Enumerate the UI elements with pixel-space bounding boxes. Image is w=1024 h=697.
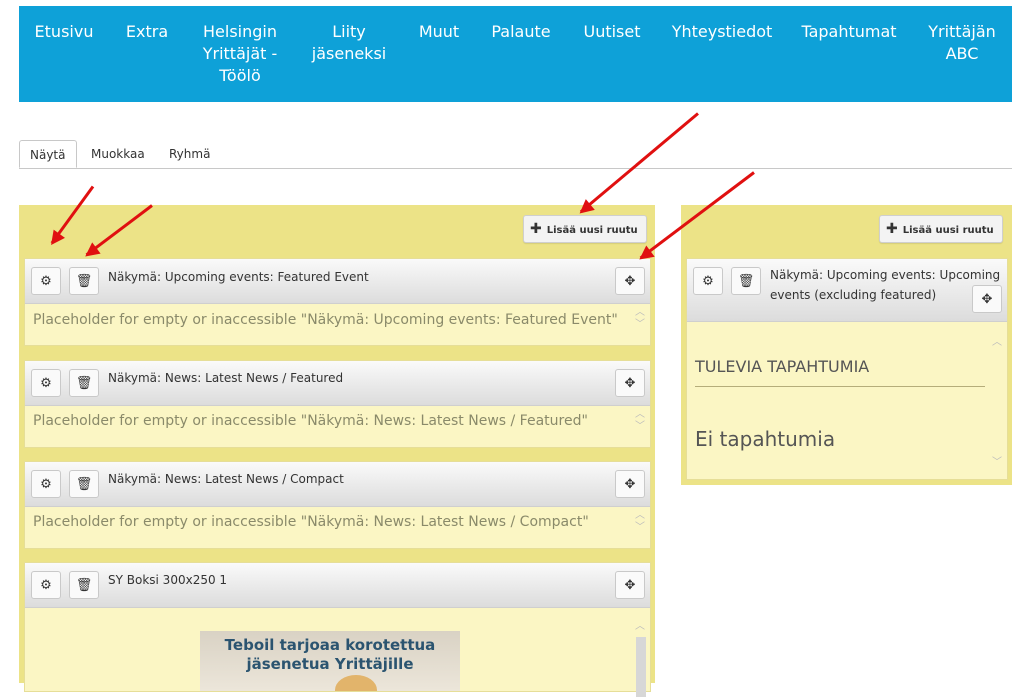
pane-latest-news-featured: ⚙ 🗑 Näkymä: News: Latest News / Featured…: [24, 360, 651, 448]
pane-title: Näkymä: Upcoming events: Featured Event: [108, 270, 369, 284]
main-navigation: Etusivu Extra Helsingin Yrittäjät - Tööl…: [19, 6, 1012, 102]
ad-banner[interactable]: Teboil tarjoaa korotettua jäsenetua Yrit…: [200, 631, 460, 691]
move-icon[interactable]: ✥: [615, 369, 645, 397]
add-pane-label: Lisää uusi ruutu: [546, 225, 638, 236]
tab-ryhma[interactable]: Ryhmä: [159, 140, 220, 168]
nav-item-helsingin-yrittajat[interactable]: Helsingin Yrittäjät - Töölö: [203, 21, 278, 87]
gear-icon[interactable]: ⚙: [31, 267, 61, 295]
gear-icon[interactable]: ⚙: [31, 571, 61, 599]
add-pane-button[interactable]: ✚ Lisää uusi ruutu: [879, 215, 1003, 243]
scroll-arrow-icon[interactable]: ︿: [991, 337, 1003, 349]
scroll-arrow-icon[interactable]: ︿ ﹀: [634, 409, 646, 433]
ad-banner-image: [335, 675, 377, 691]
add-pane-button[interactable]: ✚ Lisää uusi ruutu: [523, 215, 647, 243]
pane-featured-event: ⚙ 🗑 Näkymä: Upcoming events: Featured Ev…: [24, 258, 651, 346]
tab-nayta[interactable]: Näytä: [19, 140, 77, 168]
nav-item-yrittajan-abc[interactable]: Yrittäjän ABC: [928, 21, 996, 65]
tab-muokkaa[interactable]: Muokkaa: [81, 140, 155, 168]
trash-icon[interactable]: 🗑: [69, 571, 99, 599]
scroll-arrow-icon[interactable]: ︿ ﹀: [634, 307, 646, 331]
nav-item-muut[interactable]: Muut: [419, 21, 459, 43]
events-heading: TULEVIA TAPAHTUMIA: [695, 357, 985, 387]
pane-title: Näkymä: News: Latest News / Featured: [108, 371, 344, 385]
pane-placeholder-text: Placeholder for empty or inaccessible "N…: [33, 312, 618, 328]
scroll-arrow-icon[interactable]: ﹀: [991, 457, 1003, 469]
pane-header: ⚙ 🗑 Näkymä: Upcoming events: Upcoming ev…: [687, 259, 1007, 322]
plus-icon: ✚: [530, 221, 542, 237]
pane-header: ⚙ 🗑 Näkymä: News: Latest News / Compact …: [25, 462, 650, 507]
pane-sy-boksi: ⚙ 🗑 SY Boksi 300x250 1 ✥ Teboil tarjoaa …: [24, 562, 651, 697]
events-empty-text: Ei tapahtumia: [695, 427, 836, 451]
pane-header: ⚙ 🗑 Näkymä: News: Latest News / Featured…: [25, 361, 650, 406]
add-pane-label: Lisää uusi ruutu: [902, 225, 994, 236]
move-icon[interactable]: ✥: [972, 285, 1002, 313]
pane-title: Näkymä: News: Latest News / Compact: [108, 472, 344, 486]
nav-item-liity-jaseneksi[interactable]: Liity jäseneksi: [312, 21, 386, 65]
plus-icon: ✚: [886, 221, 898, 237]
nav-item-tapahtumat[interactable]: Tapahtumat: [801, 21, 896, 43]
nav-item-palaute[interactable]: Palaute: [491, 21, 550, 43]
scroll-arrow-icon[interactable]: ︿ ﹀: [634, 510, 646, 534]
pane-header: ⚙ 🗑 Näkymä: Upcoming events: Featured Ev…: [25, 259, 650, 304]
scroll-arrow-icon[interactable]: ︿: [634, 621, 646, 633]
pane-title: SY Boksi 300x250 1: [108, 573, 228, 587]
nav-item-uutiset[interactable]: Uutiset: [583, 21, 640, 43]
pane-placeholder-text: Placeholder for empty or inaccessible "N…: [33, 514, 589, 530]
pane-title: Näkymä: Upcoming events: Upcoming events…: [770, 268, 1001, 302]
gear-icon[interactable]: ⚙: [31, 369, 61, 397]
tab-bar: Näytä Muokkaa Ryhmä: [19, 140, 1012, 169]
pane-latest-news-compact: ⚙ 🗑 Näkymä: News: Latest News / Compact …: [24, 461, 651, 549]
side-region: ✚ Lisää uusi ruutu ⚙ 🗑 Näkymä: Upcoming e…: [681, 205, 1012, 485]
move-icon[interactable]: ✥: [615, 267, 645, 295]
scrollbar[interactable]: [636, 637, 646, 697]
nav-item-extra[interactable]: Extra: [126, 21, 168, 43]
ad-banner-text: Teboil tarjoaa korotettua jäsenetua Yrit…: [224, 636, 436, 673]
trash-icon[interactable]: 🗑: [69, 369, 99, 397]
nav-item-yhteystiedot[interactable]: Yhteystiedot: [672, 21, 773, 43]
nav-item-etusivu[interactable]: Etusivu: [35, 21, 94, 43]
gear-icon[interactable]: ⚙: [693, 267, 723, 295]
trash-icon[interactable]: 🗑: [69, 470, 99, 498]
move-icon[interactable]: ✥: [615, 470, 645, 498]
main-region: ✚ Lisää uusi ruutu ⚙ 🗑 Näkymä: Upcoming e…: [19, 205, 655, 697]
trash-icon[interactable]: 🗑: [731, 267, 761, 295]
pane-header: ⚙ 🗑 SY Boksi 300x250 1 ✥: [25, 563, 650, 608]
pane-upcoming-events: ⚙ 🗑 Näkymä: Upcoming events: Upcoming ev…: [686, 258, 1008, 480]
trash-icon[interactable]: 🗑: [69, 267, 99, 295]
pane-placeholder-text: Placeholder for empty or inaccessible "N…: [33, 413, 588, 429]
gear-icon[interactable]: ⚙: [31, 470, 61, 498]
move-icon[interactable]: ✥: [615, 571, 645, 599]
